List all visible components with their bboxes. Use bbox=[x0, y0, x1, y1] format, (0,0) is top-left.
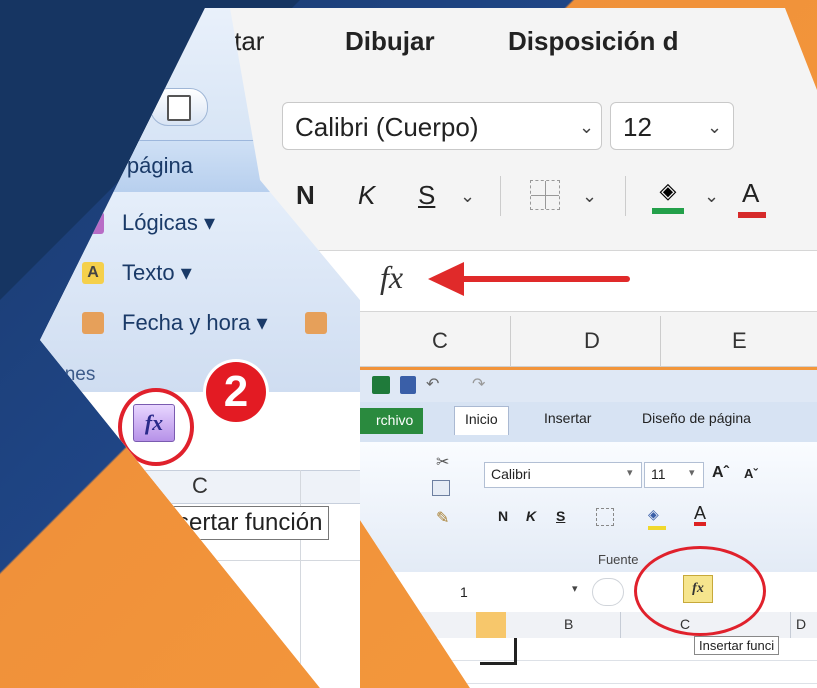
font-size-dropdown[interactable]: 12 ⌄ bbox=[610, 102, 734, 150]
shrink-font-icon[interactable]: Aˇ bbox=[744, 466, 758, 481]
inner-fill-color-icon[interactable]: ◈ bbox=[648, 506, 666, 530]
font-name-value: Calibri (Cuerpo) bbox=[295, 112, 479, 142]
texto-label: Texto bbox=[122, 260, 175, 285]
borders-icon[interactable] bbox=[530, 180, 560, 210]
cut-icon[interactable]: ✂ bbox=[436, 452, 449, 472]
inner-name-box[interactable]: 1 bbox=[460, 584, 468, 600]
inner-underline-button[interactable]: S bbox=[556, 508, 565, 524]
column-b-header[interactable]: B bbox=[564, 616, 573, 632]
date-time-function-icon bbox=[82, 312, 104, 334]
inner-font-name: Calibri bbox=[491, 466, 531, 482]
chevron-down-icon: ⌄ bbox=[707, 117, 723, 137]
menu-dibujar[interactable]: Dibujar bbox=[345, 26, 435, 57]
excel-logo-icon bbox=[372, 376, 390, 394]
red-arrow-shaft bbox=[460, 276, 630, 282]
print-preview-icon bbox=[167, 95, 191, 121]
grid-line bbox=[790, 612, 791, 638]
tab-inicio[interactable]: Inicio bbox=[454, 406, 509, 435]
divider bbox=[500, 176, 501, 216]
inner-insert-function-tooltip: Insertar funci bbox=[694, 636, 780, 655]
red-arrow-head bbox=[428, 262, 464, 296]
inner-group-label-fuente: Fuente bbox=[598, 552, 639, 567]
fecha-hora-label: Fecha y hora bbox=[122, 310, 251, 335]
chevron-down-icon[interactable]: ⌄ bbox=[582, 186, 597, 207]
fecha-hora-button[interactable]: Fecha y hora ▾ bbox=[122, 310, 268, 336]
texto-button[interactable]: Texto ▾ bbox=[122, 260, 192, 286]
lookup-function-icon bbox=[305, 312, 327, 334]
inner-italic-button[interactable]: K bbox=[526, 508, 536, 524]
text-function-icon: A bbox=[82, 262, 104, 284]
inner-size-dropdown[interactable]: 11 ▾ bbox=[644, 462, 704, 488]
chevron-down-icon: ▾ bbox=[689, 467, 695, 479]
inner-tabs: rchivo Inicio Insertar Diseño de página bbox=[360, 402, 817, 443]
inner-ribbon: ✂ ✎ Calibri ▾ 11 ▾ Aˆ Aˇ N K S ◈ A Fuent… bbox=[360, 442, 817, 573]
underline-button[interactable]: S bbox=[418, 180, 435, 211]
chevron-down-icon[interactable]: ▾ bbox=[572, 582, 578, 595]
inner-font-dropdown[interactable]: Calibri ▾ bbox=[484, 462, 642, 488]
chevron-down-icon[interactable]: ⌄ bbox=[704, 186, 719, 207]
fill-color-icon[interactable]: ◈ bbox=[652, 178, 684, 214]
font-name-dropdown[interactable]: Calibri (Cuerpo) ⌄ bbox=[282, 102, 602, 150]
highlight-circle-right bbox=[634, 546, 766, 636]
inner-borders-icon[interactable] bbox=[596, 508, 614, 526]
copy-icon[interactable] bbox=[432, 480, 450, 496]
grid-line bbox=[510, 316, 511, 366]
inner-font-color-button[interactable]: A bbox=[694, 504, 707, 526]
column-c-header[interactable]: C bbox=[192, 473, 208, 499]
selected-cell-marker bbox=[476, 612, 506, 638]
column-d-header[interactable]: D bbox=[796, 616, 806, 632]
right-column-header: C D E bbox=[340, 316, 817, 367]
inner-bold-button[interactable]: N bbox=[498, 508, 508, 524]
italic-button[interactable]: K bbox=[358, 180, 375, 211]
grow-font-icon[interactable]: Aˆ bbox=[712, 464, 729, 482]
column-c-header[interactable]: C bbox=[432, 328, 448, 354]
logicas-label: Lógicas bbox=[122, 210, 198, 235]
insert-function-fx[interactable]: fx bbox=[380, 259, 403, 296]
column-e-header[interactable]: E bbox=[732, 328, 747, 354]
logicas-button[interactable]: Lógicas ▾ bbox=[122, 210, 215, 236]
chevron-down-icon: ▾ bbox=[627, 467, 633, 479]
font-color-letter: A bbox=[742, 178, 760, 208]
tab-insertar[interactable]: Insertar bbox=[544, 410, 591, 426]
bold-button[interactable]: N bbox=[296, 180, 315, 211]
divider bbox=[625, 176, 626, 216]
chevron-down-icon: ⌄ bbox=[579, 117, 595, 137]
chevron-down-icon[interactable]: ⌄ bbox=[460, 186, 475, 207]
save-icon[interactable] bbox=[400, 376, 416, 394]
grid-line bbox=[300, 470, 301, 688]
tab-diseno-pagina[interactable]: Diseño de página bbox=[642, 410, 751, 426]
font-size-value: 12 bbox=[623, 112, 652, 142]
font-color-button[interactable]: A bbox=[738, 178, 766, 218]
format-painter-icon[interactable]: ✎ bbox=[436, 508, 449, 528]
column-d-header[interactable]: D bbox=[584, 328, 600, 354]
tab-archivo[interactable]: rchivo bbox=[360, 408, 424, 434]
inner-quick-access-bar: ↶ ↷ bbox=[360, 370, 817, 402]
inner-formula-separator bbox=[592, 578, 624, 606]
undo-icon[interactable]: ↶ bbox=[426, 374, 439, 394]
step-number-badge: 2 bbox=[206, 362, 266, 422]
menu-disposicion[interactable]: Disposición d bbox=[508, 26, 678, 57]
redo-icon[interactable]: ↷ bbox=[472, 374, 485, 394]
grid-line bbox=[620, 612, 621, 638]
inner-font-size: 11 bbox=[651, 466, 666, 482]
selected-cell-border bbox=[480, 638, 517, 665]
grid-line bbox=[660, 316, 661, 366]
